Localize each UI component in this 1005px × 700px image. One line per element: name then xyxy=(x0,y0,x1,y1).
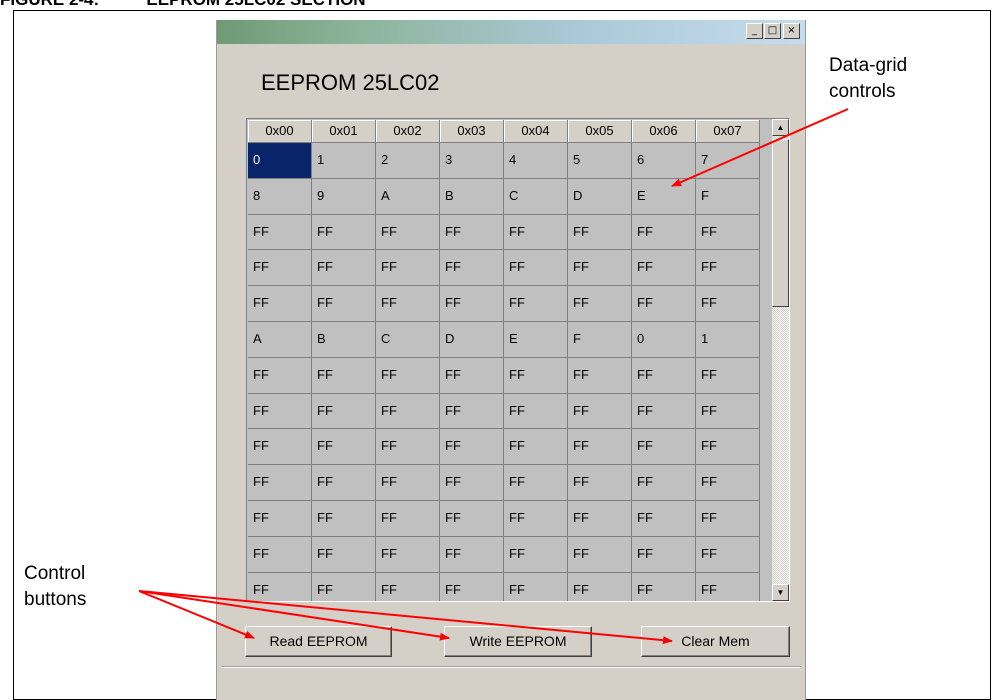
arrow-to-read-eeprom xyxy=(138,590,255,639)
arrow-to-data-grid xyxy=(671,108,849,187)
arrow-to-clear-mem xyxy=(138,590,673,645)
arrow-to-write-eeprom xyxy=(138,590,450,641)
annotation-arrows xyxy=(138,108,849,645)
